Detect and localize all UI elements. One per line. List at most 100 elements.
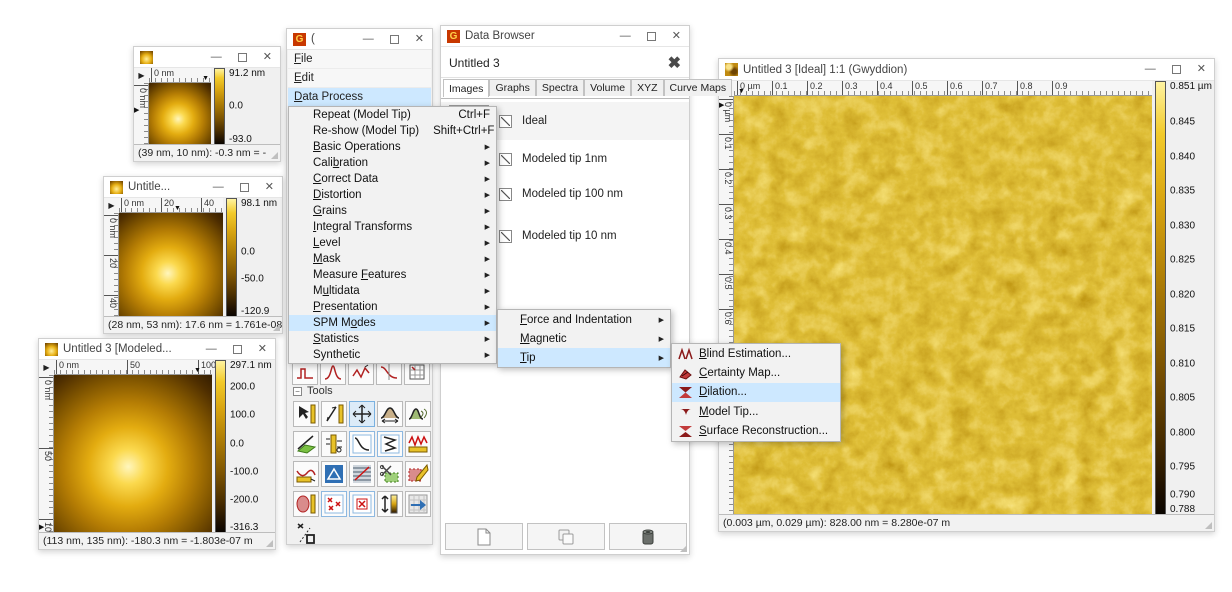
menu-item-mask[interactable]: Mask▶: [289, 251, 496, 267]
minimize-icon[interactable]: —: [1145, 64, 1156, 75]
minimize-icon[interactable]: —: [206, 344, 217, 355]
close-icon[interactable]: ✕: [415, 34, 424, 45]
zero-fix-tool-icon[interactable]: [293, 521, 319, 547]
statistics-tool-icon[interactable]: [321, 431, 347, 457]
remove-grain-tool-icon[interactable]: [349, 491, 375, 517]
tab-xyz[interactable]: XYZ: [631, 79, 663, 96]
afm-tip-image[interactable]: [119, 213, 223, 317]
close-icon[interactable]: ✕: [263, 52, 272, 63]
menu-item-spm-modes[interactable]: SPM Modes▶: [289, 315, 496, 331]
path-level-tool-icon[interactable]: [293, 461, 319, 487]
menu-item-model-tip[interactable]: Model Tip...: [672, 402, 840, 421]
main-image-titlebar[interactable]: Untitled 3 [Ideal] 1:1 (Gwyddion) — ✕: [719, 59, 1214, 81]
tip-small-titlebar[interactable]: — ✕: [134, 47, 280, 68]
maximize-icon[interactable]: [233, 345, 242, 354]
menu-item-measure-features[interactable]: Measure Features▶: [289, 267, 496, 283]
profile-tool-icon[interactable]: [349, 401, 375, 427]
menu-item-calibration[interactable]: Calibration▶: [289, 155, 496, 171]
menu-item-blind-estimation[interactable]: Blind Estimation...: [672, 344, 840, 363]
maximize-icon[interactable]: [240, 183, 249, 192]
tip-large-titlebar[interactable]: Untitled 3 [Modeled... — ✕: [39, 339, 275, 360]
maximize-icon[interactable]: [390, 35, 399, 44]
ruler-corner-button[interactable]: ▶: [104, 198, 119, 213]
tools-section-header[interactable]: − Tools: [293, 385, 333, 397]
data-browser-titlebar[interactable]: G Data Browser — ✕: [441, 26, 689, 47]
tab-curve-maps[interactable]: Curve Maps: [664, 79, 733, 96]
collapse-icon[interactable]: −: [293, 387, 302, 396]
visibility-checkbox[interactable]: [499, 188, 512, 201]
new-file-button[interactable]: [445, 523, 523, 550]
menu-item-statistics[interactable]: Statistics▶: [289, 331, 496, 347]
minimize-icon[interactable]: —: [211, 52, 222, 63]
crop-tool-icon[interactable]: [377, 461, 403, 487]
afm-tip-image[interactable]: [54, 375, 212, 533]
menu-item-tip[interactable]: Tip▶: [498, 348, 670, 367]
mask-triangle-tool-icon[interactable]: [321, 461, 347, 487]
tip-medium-titlebar[interactable]: Untitle... — ✕: [104, 177, 282, 198]
close-icon[interactable]: ✕: [265, 182, 274, 193]
close-file-icon[interactable]: ✖: [668, 53, 681, 73]
grain-distance-tool-icon[interactable]: [377, 401, 403, 427]
resize-grip[interactable]: [271, 152, 278, 159]
curve-graph-tool-icon[interactable]: [349, 431, 375, 457]
distance-tool-icon[interactable]: [321, 401, 347, 427]
maximize-icon[interactable]: [1172, 65, 1181, 74]
delete-button[interactable]: [609, 523, 687, 550]
mask-transfer-tool-icon[interactable]: [405, 491, 431, 517]
menu-item-distortion[interactable]: Distortion▶: [289, 187, 496, 203]
afm-tip-image[interactable]: [149, 83, 211, 145]
maximize-icon[interactable]: [238, 53, 247, 62]
false-color-scale-bar[interactable]: [214, 68, 225, 145]
visibility-checkbox[interactable]: [499, 153, 512, 166]
resize-grip[interactable]: [266, 540, 273, 547]
menu-item-presentation[interactable]: Presentation▶: [289, 299, 496, 315]
color-range-tool-icon[interactable]: [377, 491, 403, 517]
menu-item-correct-data[interactable]: Correct Data▶: [289, 171, 496, 187]
false-color-scale-bar[interactable]: [1155, 81, 1166, 515]
close-icon[interactable]: ✕: [672, 31, 681, 42]
menu-item-magnetic[interactable]: Magnetic▶: [498, 329, 670, 348]
menu-item-grains[interactable]: Grains▶: [289, 203, 496, 219]
mask-editor-tool-icon[interactable]: [405, 461, 431, 487]
resize-grip[interactable]: [680, 545, 687, 552]
polyline-tool-icon[interactable]: [377, 431, 403, 457]
menu-data-process[interactable]: Data Process: [288, 88, 431, 107]
spectro-tool-icon[interactable]: [405, 431, 431, 457]
afm-topography-image[interactable]: [734, 96, 1152, 514]
tab-spectra[interactable]: Spectra: [536, 79, 584, 96]
menu-item-synthetic[interactable]: Synthetic▶: [289, 347, 496, 363]
ruler-corner-button[interactable]: ▶: [39, 360, 54, 375]
menu-item-level[interactable]: Level▶: [289, 235, 496, 251]
grain-measure-tool-icon[interactable]: [293, 491, 319, 517]
menu-item-reshow[interactable]: Re-show (Model Tip)Shift+Ctrl+F: [289, 123, 496, 139]
read-value-tool-icon[interactable]: [293, 401, 319, 427]
roughness-tool-icon[interactable]: [405, 401, 431, 427]
visibility-checkbox[interactable]: [499, 115, 512, 128]
menu-edit[interactable]: Edit: [288, 69, 431, 88]
false-color-scale-bar[interactable]: [215, 360, 226, 533]
menu-item-repeat[interactable]: Repeat (Model Tip)Ctrl+F: [289, 107, 496, 123]
minimize-icon[interactable]: —: [213, 182, 224, 193]
close-icon[interactable]: ✕: [1197, 64, 1206, 75]
menu-item-integral-transforms[interactable]: Integral Transforms▶: [289, 219, 496, 235]
tab-volume[interactable]: Volume: [584, 79, 631, 96]
close-icon[interactable]: ✕: [258, 344, 267, 355]
remove-spots-tool-icon[interactable]: [321, 491, 347, 517]
ruler-corner-button[interactable]: ▶: [134, 68, 149, 83]
menu-item-basic-operations[interactable]: Basic Operations▶: [289, 139, 496, 155]
menu-item-multidata[interactable]: Multidata▶: [289, 283, 496, 299]
toolbox-titlebar[interactable]: G ( — ✕: [287, 29, 432, 50]
menu-item-force-indentation[interactable]: Force and Indentation▶: [498, 310, 670, 329]
visibility-checkbox[interactable]: [499, 230, 512, 243]
tab-images[interactable]: Images: [443, 79, 489, 97]
duplicate-button[interactable]: [527, 523, 605, 550]
menu-item-surface-reconstruction[interactable]: Surface Reconstruction...: [672, 422, 840, 441]
menu-item-certainty-map[interactable]: Certainty Map...: [672, 363, 840, 382]
minimize-icon[interactable]: —: [363, 34, 374, 45]
minimize-icon[interactable]: —: [620, 31, 631, 42]
menu-file[interactable]: File: [288, 50, 431, 69]
tab-graphs[interactable]: Graphs: [489, 79, 535, 96]
line-correct-tool-icon[interactable]: [349, 461, 375, 487]
three-point-level-tool-icon[interactable]: [293, 431, 319, 457]
resize-grip[interactable]: [273, 324, 280, 331]
